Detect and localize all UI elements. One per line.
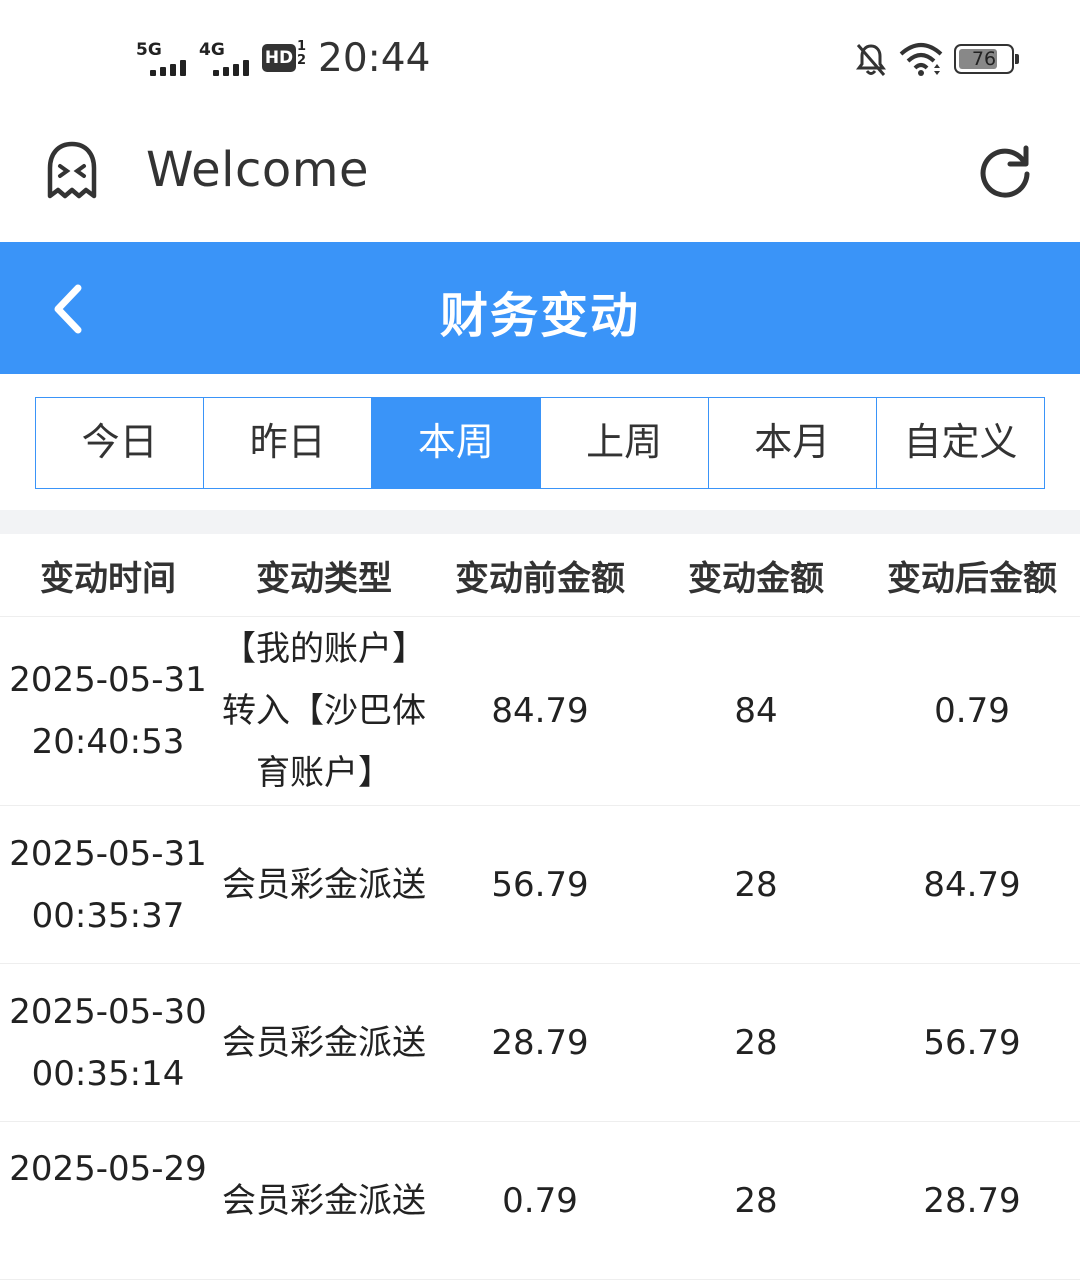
column-header-type: 变动类型: [256, 558, 392, 599]
cell-before: 28.79: [491, 1022, 589, 1063]
table-row[interactable]: 2025-05-31 00:35:37 会员彩金派送 56.79 28 84.79: [0, 806, 1080, 964]
cell-type: 【我的账户】转入【沙巴体育账户】: [222, 629, 426, 793]
status-time: 20:44: [318, 36, 431, 81]
cell-time-text: 20:40:53: [31, 722, 185, 762]
cell-date-text: 2025-05-31: [9, 833, 207, 874]
column-header-time: 变动时间: [40, 558, 176, 599]
column-header-before: 变动前金额: [455, 558, 625, 599]
cell-time: 2025-05-29: [0, 1122, 216, 1200]
cell-time: 2025-05-31 00:35:37: [0, 806, 216, 963]
column-header-amount: 变动金额: [688, 558, 824, 599]
ghost-icon[interactable]: [44, 140, 100, 202]
cell-before: 84.79: [491, 691, 589, 731]
transactions-table: 变动时间 变动类型 变动前金额 变动金额 变动后金额 2025-05-31 20:…: [0, 534, 1080, 1280]
tab-yesterday[interactable]: 昨日: [204, 398, 373, 488]
tab-this-week[interactable]: 本周: [372, 398, 541, 488]
cell-time: 2025-05-30 00:35:14: [0, 964, 216, 1121]
cell-time: 2025-05-31 20:40:53: [0, 617, 216, 805]
app-bar: Welcome: [0, 110, 1080, 242]
cell-date-text: 2025-05-31: [9, 660, 207, 700]
hd-voice-icon: HD: [262, 44, 296, 72]
cell-date-text: 2025-05-30: [9, 991, 207, 1032]
period-tabs: 今日 昨日 本周 上周 本月 自定义: [35, 397, 1045, 489]
status-bar: 5G 4G HD 12 20:44 76: [0, 0, 1080, 110]
signal-4g-label: 4G: [199, 40, 225, 60]
cell-after: 84.79: [923, 864, 1021, 905]
page-header: 财务变动: [0, 242, 1080, 374]
signal-5g-label: 5G: [136, 40, 162, 60]
table-row[interactable]: 2025-05-31 20:40:53 【我的账户】转入【沙巴体育账户】 84.7…: [0, 617, 1080, 806]
cell-after: 56.79: [923, 1022, 1021, 1063]
cell-amount: 28: [734, 864, 778, 905]
cell-date-text: 2025-05-29: [9, 1149, 207, 1189]
cell-type: 会员彩金派送: [222, 864, 426, 905]
cell-type: 会员彩金派送: [222, 1181, 426, 1221]
page-title: 财务变动: [439, 288, 640, 344]
section-divider: [0, 510, 1080, 534]
table-row[interactable]: 2025-05-29 会员彩金派送 0.79 28 28.79: [0, 1122, 1080, 1280]
battery-level: 76: [971, 48, 997, 70]
battery-indicator: 76: [954, 44, 1019, 74]
cell-time-text: 00:35:14: [31, 1053, 185, 1094]
tab-today[interactable]: 今日: [36, 398, 205, 488]
tab-last-week[interactable]: 上周: [541, 398, 709, 488]
cell-amount: 28: [734, 1181, 778, 1221]
tab-custom[interactable]: 自定义: [877, 398, 1044, 488]
cell-amount: 28: [734, 1022, 778, 1063]
cell-after: 28.79: [923, 1181, 1021, 1221]
cell-after: 0.79: [934, 691, 1010, 731]
cell-amount: 84: [734, 691, 778, 731]
table-row[interactable]: 2025-05-30 00:35:14 会员彩金派送 28.79 28 56.79: [0, 964, 1080, 1122]
cell-before: 0.79: [502, 1181, 578, 1221]
app-title: Welcome: [146, 142, 370, 198]
hd-sub-label: 12: [297, 39, 307, 68]
cell-type: 会员彩金派送: [222, 1022, 426, 1063]
mute-bell-icon: [856, 44, 886, 76]
cell-before: 56.79: [491, 864, 589, 905]
column-header-after: 变动后金额: [887, 558, 1057, 599]
refresh-icon[interactable]: [976, 142, 1034, 200]
cell-time-text: 00:35:37: [31, 895, 185, 936]
table-header: 变动时间 变动类型 变动前金额 变动金额 变动后金额: [0, 534, 1080, 617]
tab-this-month[interactable]: 本月: [709, 398, 877, 488]
wifi-icon: [899, 43, 943, 76]
